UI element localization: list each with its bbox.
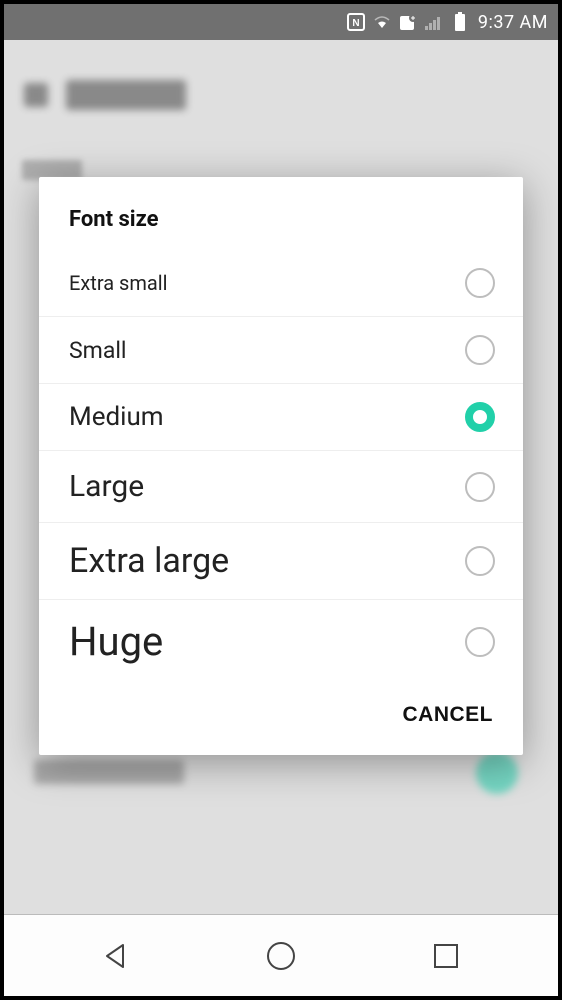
- status-clock: 9:37 AM: [478, 12, 548, 33]
- radio-icon: [465, 402, 495, 432]
- dialog-actions: CANCEL: [39, 683, 523, 743]
- nav-recent-button[interactable]: [427, 937, 465, 975]
- recent-icon: [432, 942, 460, 970]
- font-size-option[interactable]: Large: [39, 451, 523, 523]
- font-size-dialog: Font size Extra small Small Medium Large Ext…: [39, 177, 523, 755]
- radio-icon: [465, 335, 495, 365]
- radio-icon: [465, 546, 495, 576]
- status-bar: N 9:37 AM: [4, 4, 558, 40]
- back-icon: [101, 941, 131, 971]
- nav-back-button[interactable]: [97, 937, 135, 975]
- option-label: Extra large: [69, 541, 229, 581]
- data-icon: [398, 12, 418, 32]
- radio-icon: [465, 627, 495, 657]
- option-label: Huge: [69, 618, 163, 665]
- nav-bar: [4, 914, 558, 996]
- font-size-option[interactable]: Medium: [39, 384, 523, 451]
- battery-icon: [450, 12, 470, 32]
- option-label: Extra small: [69, 271, 168, 295]
- signal-icon: [424, 12, 444, 32]
- font-size-option[interactable]: Huge: [39, 600, 523, 683]
- font-size-option[interactable]: Extra small: [39, 250, 523, 317]
- nfc-icon: N: [346, 12, 366, 32]
- nav-home-button[interactable]: [262, 937, 300, 975]
- font-size-option[interactable]: Small: [39, 317, 523, 384]
- dialog-title: Font size: [39, 207, 523, 250]
- option-label: Small: [69, 337, 127, 364]
- phone-frame: N 9:37 AM Font size Extra small Small Medi…: [0, 0, 562, 1000]
- font-size-option[interactable]: Extra large: [39, 523, 523, 600]
- option-label: Large: [69, 469, 144, 504]
- wifi-icon: [372, 12, 392, 32]
- cancel-button[interactable]: CANCEL: [403, 703, 494, 727]
- home-icon: [265, 940, 297, 972]
- svg-text:N: N: [352, 18, 359, 29]
- radio-icon: [465, 472, 495, 502]
- radio-icon: [465, 268, 495, 298]
- option-label: Medium: [69, 402, 164, 432]
